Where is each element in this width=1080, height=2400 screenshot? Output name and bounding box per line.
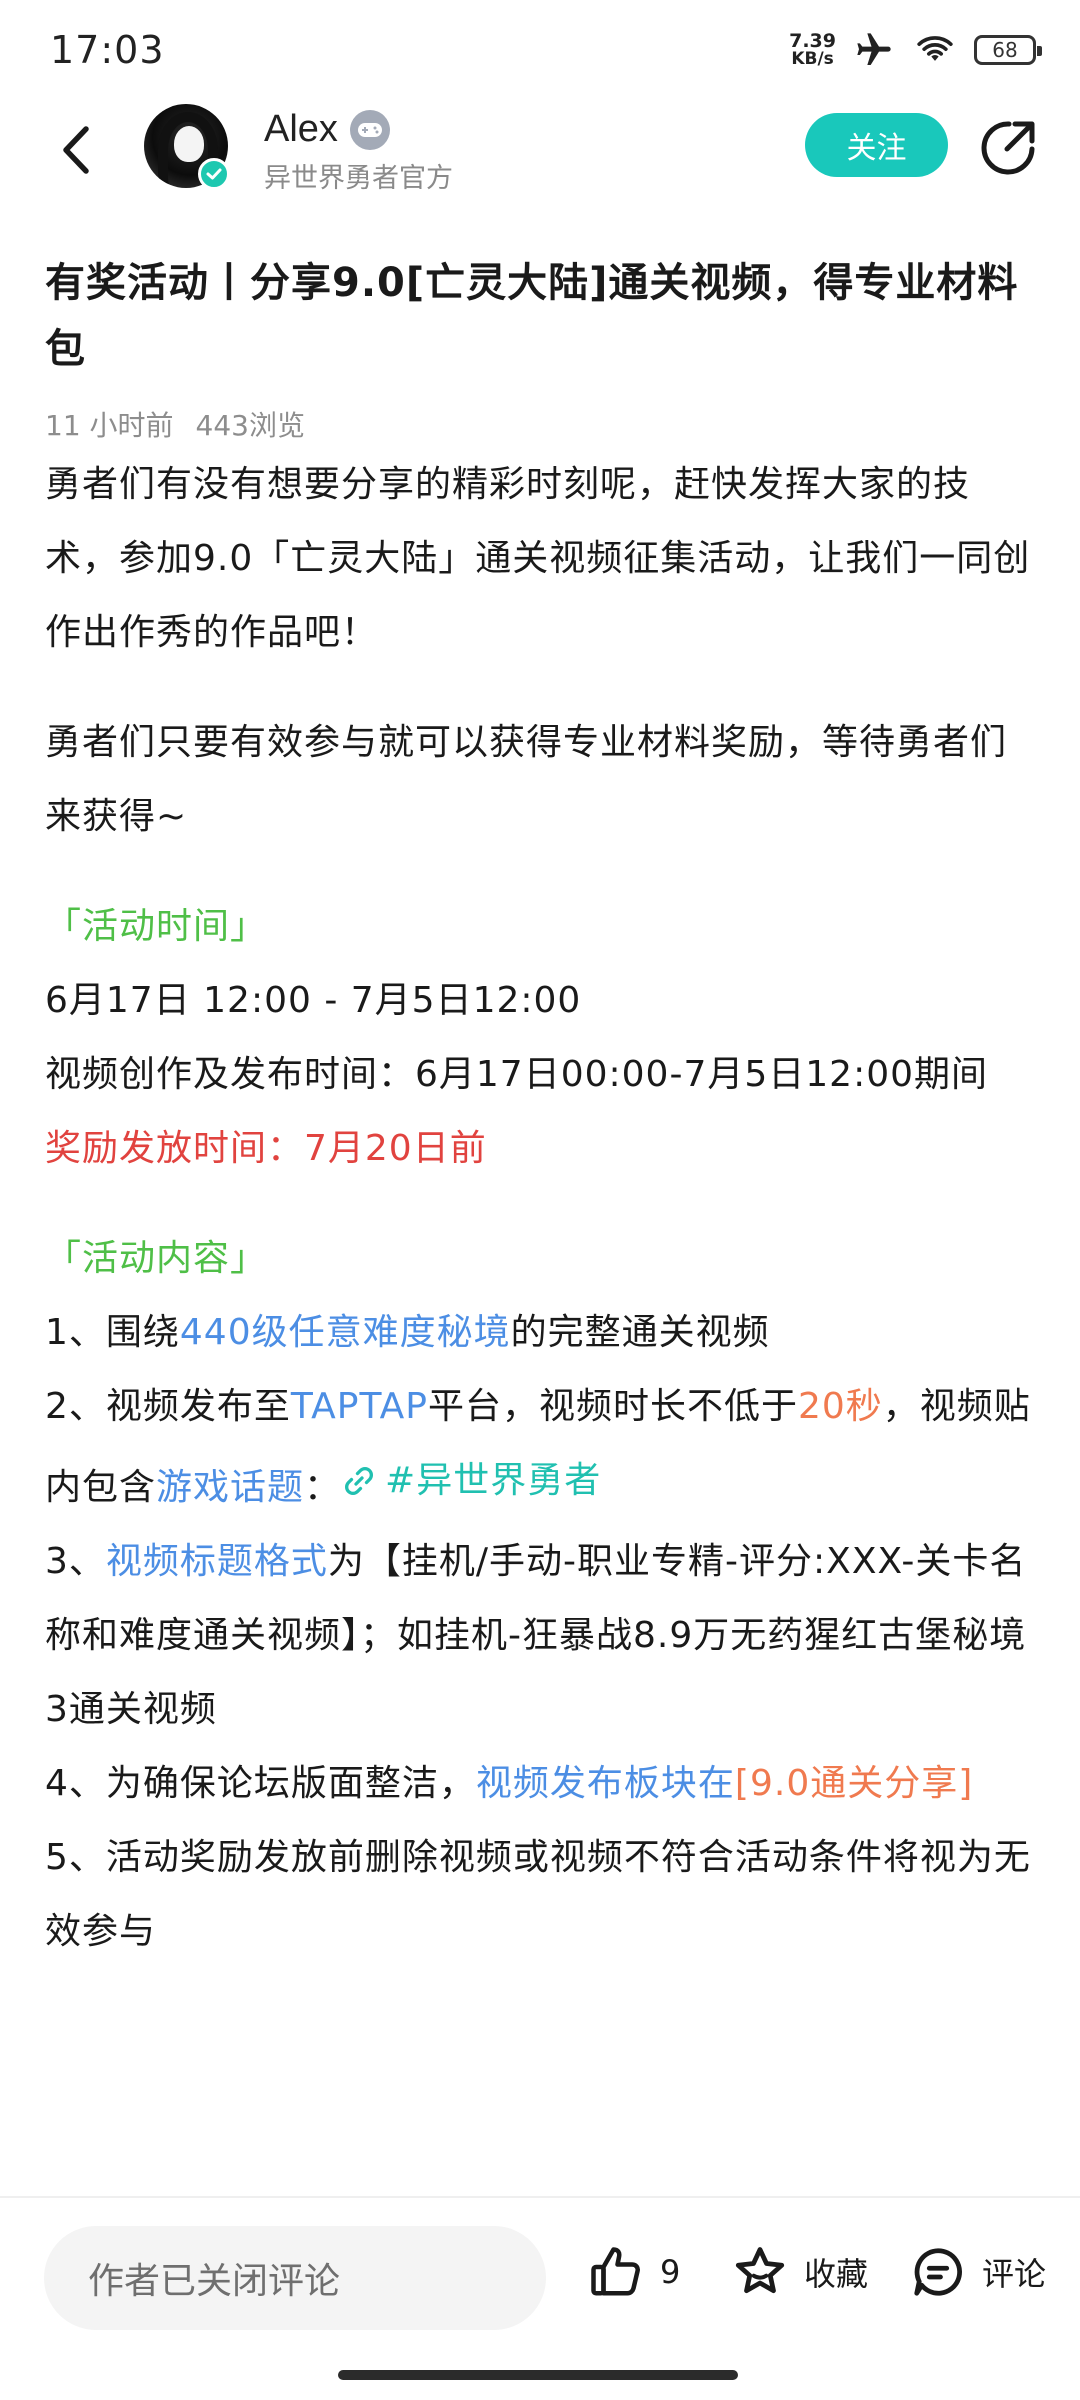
section-heading-content: 「活动内容」 [45, 1238, 268, 1279]
comment-icon [914, 2248, 962, 2296]
status-time: 17:03 [50, 28, 165, 72]
user-subtitle: 异世界勇者官方 [264, 163, 453, 194]
rule-2: 2、视频发布至TAPTAP平台，视频时长不低于20秒，视频贴内包含游戏话题： #异… [45, 1370, 1035, 1525]
battery-icon: 68 [974, 35, 1042, 65]
home-indicator[interactable] [338, 2370, 738, 2380]
rule-4: 4、为确保论坛版面整洁，视频发布板块在[9.0通关分享] [45, 1747, 1035, 1821]
rule-3: 3、视频标题格式为【挂机/手动-职业专精-评分:XXX-关卡名称和难度通关视频】… [45, 1525, 1035, 1747]
share-button[interactable] [978, 118, 1038, 178]
like-button[interactable]: 9 [586, 2242, 680, 2302]
rule-2-mid: 平台，视频时长不低于 [427, 1386, 798, 1427]
rule-4-prefix: 4、为确保论坛版面整洁， [45, 1763, 476, 1804]
post-title: 有奖活动丨分享9.0[亡灵大陆]通关视频，得专业材料包 [45, 260, 1019, 372]
follow-button[interactable]: 关注 [805, 113, 948, 177]
rule-2-colon: ： [304, 1467, 342, 1508]
status-icons: 7.39 KB/s 68 [789, 30, 1042, 70]
rule-4-board: [9.0通关分享] [734, 1763, 974, 1804]
network-speed-unit: KB/s [791, 49, 834, 69]
favorite-button[interactable]: 收藏 [730, 2242, 868, 2302]
post-views: 443浏览 [195, 409, 305, 442]
rule-1-highlight: 440级任意难度秘境 [179, 1312, 511, 1353]
rule-1-suffix: 的完整通关视频 [510, 1312, 770, 1353]
battery-level: 68 [992, 38, 1018, 62]
rule-1-prefix: 1、围绕 [45, 1312, 180, 1353]
bottom-action-bar: 作者已关闭评论 9 收藏 评论 [0, 2198, 1080, 2348]
status-bar: 17:03 7.39 KB/s 68 [0, 0, 1080, 100]
share-icon [981, 121, 1035, 175]
rule-2-platform: TAPTAP [290, 1386, 428, 1427]
comment-button[interactable]: 评论 [908, 2242, 1046, 2302]
network-speed: 7.39 KB/s [789, 32, 836, 68]
topic-link[interactable]: #异世界勇者 [341, 1444, 601, 1518]
topic-tag: #异世界勇者 [385, 1460, 602, 1501]
rule-2-topic-label: 游戏话题 [156, 1467, 305, 1508]
back-arrow-icon [63, 126, 89, 174]
intro-paragraph-2: 勇者们只要有效参与就可以获得专业材料奖励，等待勇者们来获得~ [45, 722, 1008, 837]
post-time: 11 小时前 [45, 409, 174, 442]
rule-2-prefix: 2、视频发布至 [45, 1386, 291, 1427]
post-header: Alex 异世界勇者官方 关注 [0, 100, 1080, 200]
user-name[interactable]: Alex [264, 108, 338, 151]
favorite-label: 收藏 [804, 2255, 869, 2293]
intro-paragraph-1: 勇者们有没有想要分享的精彩时刻呢，赶快发挥大家的技术，参加9.0「亡灵大陆」通关… [45, 464, 1031, 653]
gamepad-badge-icon [350, 110, 390, 150]
rule-3-highlight: 视频标题格式 [105, 1541, 328, 1582]
airplane-icon [857, 33, 891, 65]
comment-label: 评论 [982, 2255, 1047, 2293]
post-body: 有奖活动丨分享9.0[亡灵大陆]通关视频，得专业材料包 11 小时前 443浏览… [45, 250, 1035, 1969]
rule-2-duration: 20秒 [797, 1386, 883, 1427]
creation-time: 视频创作及发布时间：6月17日00:00-7月5日12:00期间 [45, 1054, 989, 1095]
like-count: 9 [660, 2253, 681, 2291]
rule-1: 1、围绕440级任意难度秘境的完整通关视频 [45, 1296, 1035, 1370]
activity-time-range: 6月17日 12:00 - 7月5日12:00 [45, 980, 582, 1021]
wifi-icon [917, 36, 953, 61]
avatar-face [174, 126, 204, 162]
post-meta: 11 小时前 443浏览 [45, 404, 1035, 444]
rule-4-highlight: 视频发布板块在 [475, 1763, 735, 1804]
reward-time: 奖励发放时间：7月20日前 [45, 1128, 487, 1169]
section-heading-time: 「活动时间」 [45, 906, 268, 947]
rule-3-prefix: 3、 [45, 1541, 106, 1582]
thumbs-up-icon [591, 2247, 640, 2296]
back-button[interactable] [50, 122, 100, 178]
rule-5: 5、活动奖励发放前删除视频或视频不符合活动条件将视为无效参与 [45, 1837, 1031, 1952]
verified-icon [198, 158, 230, 190]
comment-input[interactable]: 作者已关闭评论 [44, 2226, 546, 2330]
star-icon [735, 2247, 785, 2294]
link-icon [345, 1467, 373, 1495]
